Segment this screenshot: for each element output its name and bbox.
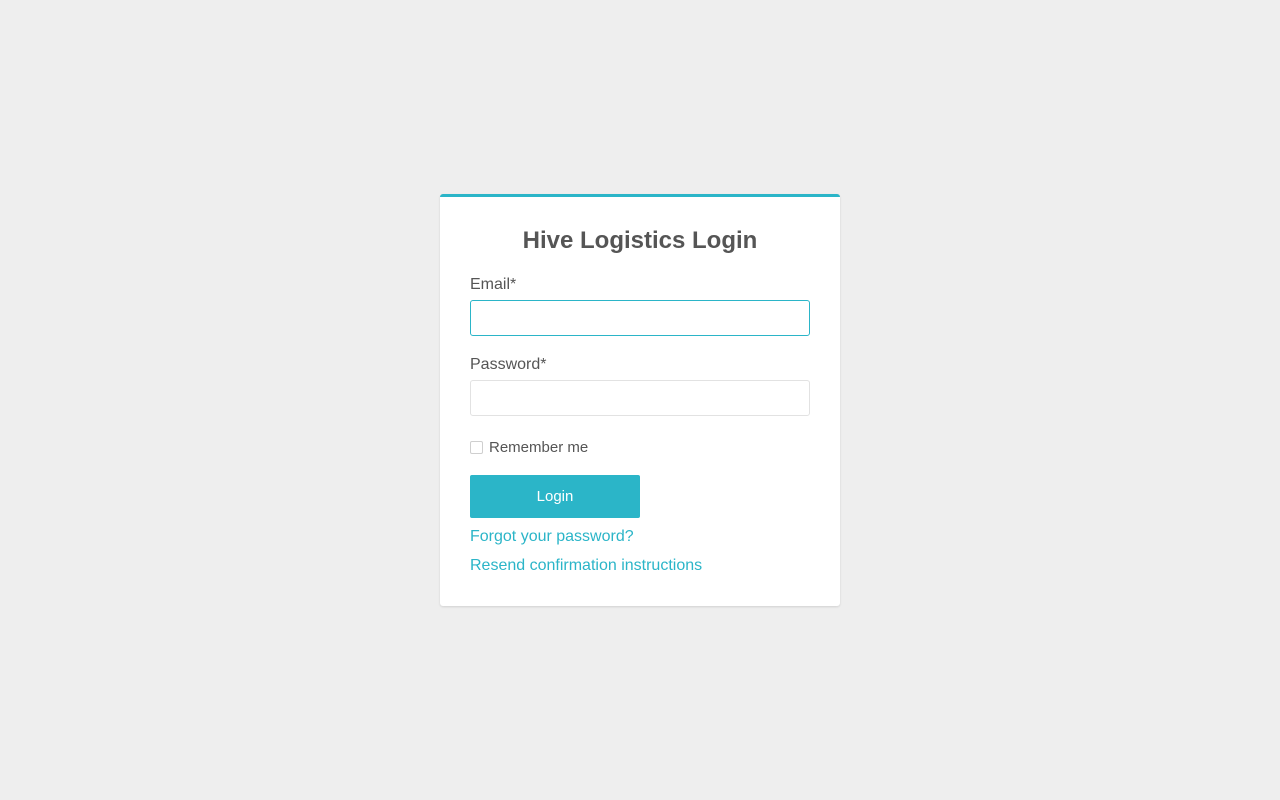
remember-me-label[interactable]: Remember me [489, 439, 588, 456]
remember-me-checkbox[interactable] [470, 440, 483, 454]
login-card: Hive Logistics Login Email* Password* Re… [440, 194, 840, 606]
remember-me-row[interactable]: Remember me [470, 437, 588, 457]
login-button[interactable]: Login [470, 475, 640, 518]
password-label: Password* [470, 356, 547, 373]
resend-confirmation-link[interactable]: Resend confirmation instructions [470, 556, 702, 576]
password-field[interactable] [470, 380, 810, 416]
page-title: Hive Logistics Login [522, 227, 758, 254]
login-page: Hive Logistics Login Email* Password* Re… [0, 0, 1280, 800]
forgot-password-link[interactable]: Forgot your password? [470, 527, 634, 547]
email-field[interactable] [470, 300, 810, 336]
email-label: Email* [470, 276, 517, 293]
